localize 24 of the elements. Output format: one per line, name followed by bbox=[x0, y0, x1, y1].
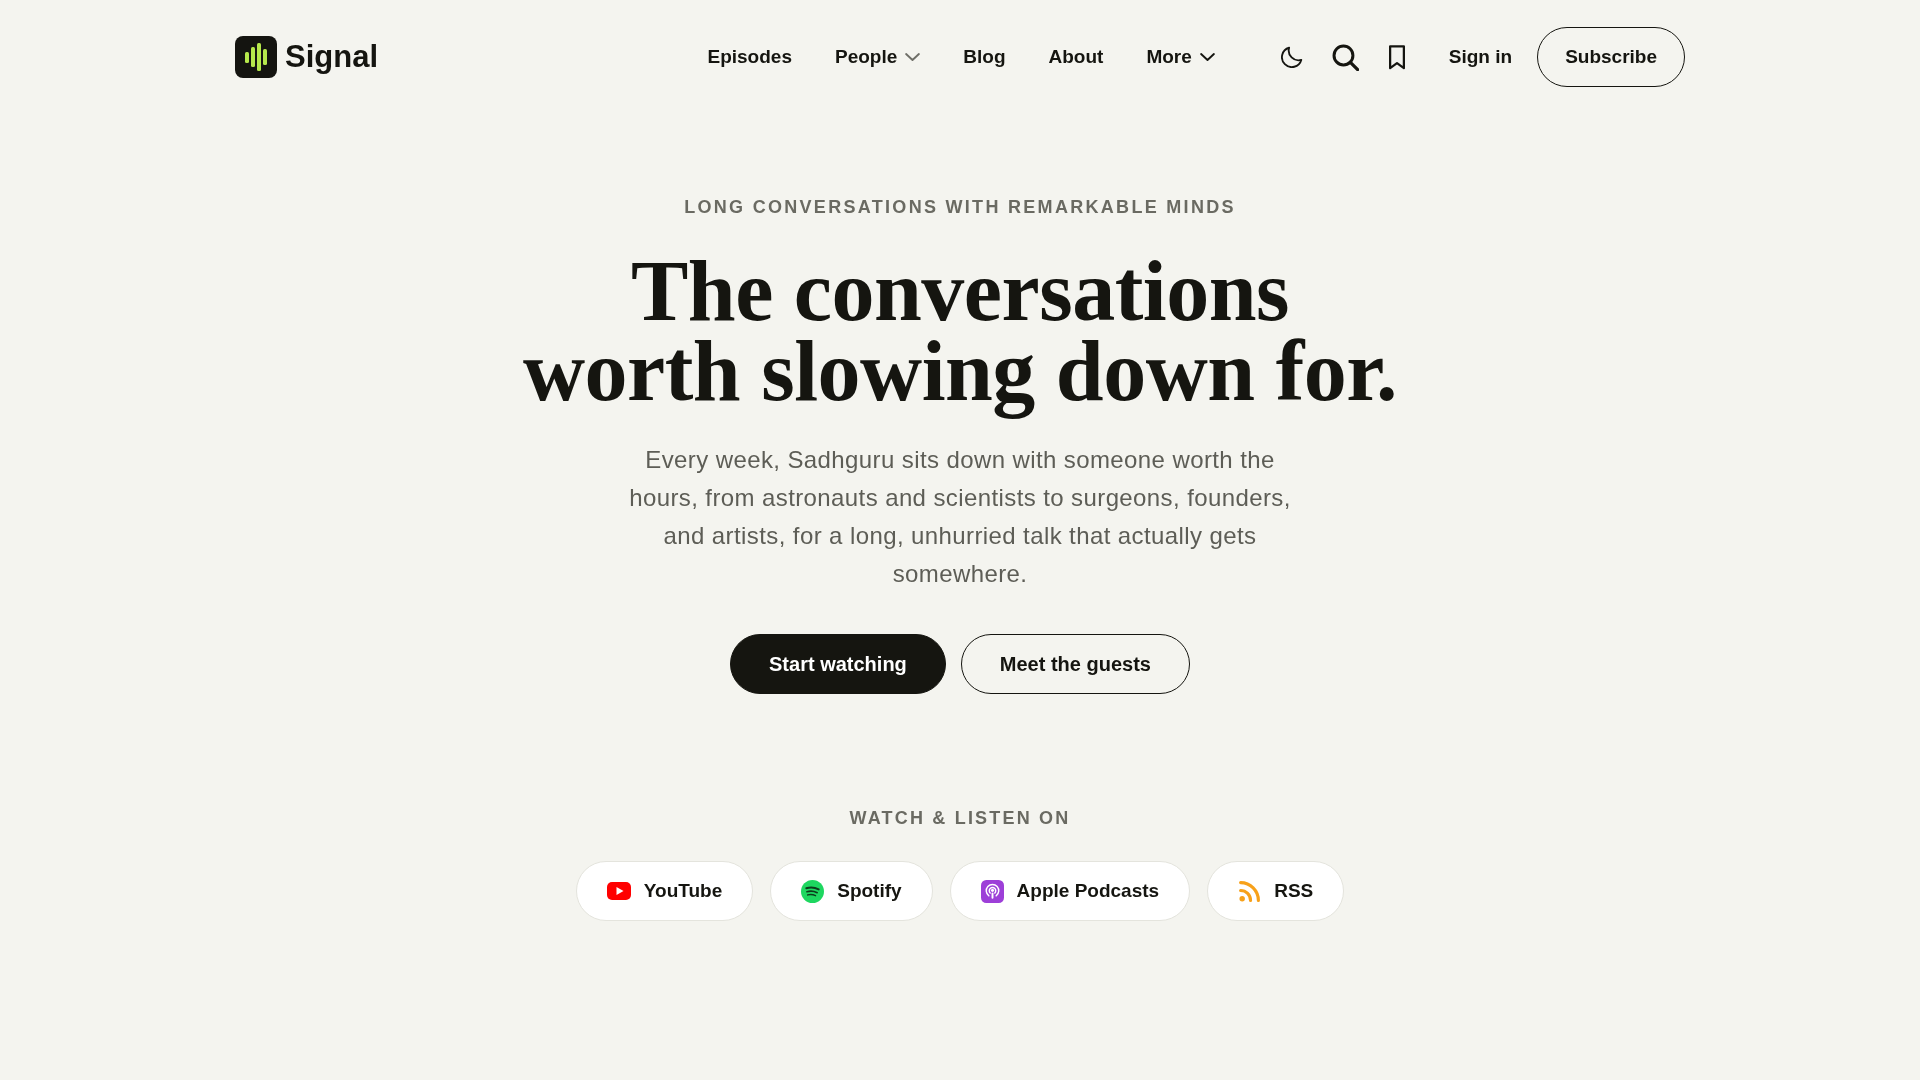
nav-link[interactable]: About bbox=[1048, 45, 1104, 69]
moon-icon[interactable] bbox=[1280, 46, 1303, 68]
podcast-icon bbox=[980, 879, 1004, 903]
platform-link[interactable]: Apple Podcasts bbox=[949, 861, 1191, 921]
bookmark-icon[interactable] bbox=[1387, 44, 1406, 70]
logo-icon[interactable] bbox=[235, 36, 277, 78]
sign-in-link[interactable]: Sign in bbox=[1448, 45, 1513, 69]
platform-link[interactable]: YouTube bbox=[575, 861, 754, 921]
section-label: WATCH & LISTEN ON bbox=[849, 807, 1071, 829]
rss-icon bbox=[1238, 879, 1262, 903]
nav-link[interactable]: More bbox=[1146, 45, 1215, 69]
platform-link[interactable]: Spotify bbox=[770, 861, 933, 921]
sound-waves-circle-icon bbox=[801, 879, 825, 903]
nav-link[interactable]: Blog bbox=[963, 45, 1006, 69]
cta-button[interactable]: Start watching bbox=[730, 634, 946, 694]
hero-description: Every week, Sadhguru sits down with someone worth the hours, from astronauts and scientists to surgeons, founders, and artists, for a long, unhurried talk that actually gets somewhere. bbox=[628, 445, 1292, 589]
brand-name[interactable]: Signal bbox=[285, 38, 378, 76]
eyebrow-text: LONG CONVERSATIONS WITH REMARKABLE MINDS bbox=[684, 197, 1236, 217]
search-icon[interactable] bbox=[1331, 43, 1359, 71]
nav-link[interactable]: Episodes bbox=[707, 45, 792, 69]
hero-headline: The conversations worth slowing down for. bbox=[522, 251, 1398, 421]
nav-link[interactable]: People bbox=[835, 45, 921, 69]
platform-link[interactable]: RSS bbox=[1207, 861, 1345, 921]
play-button-icon bbox=[606, 882, 631, 900]
